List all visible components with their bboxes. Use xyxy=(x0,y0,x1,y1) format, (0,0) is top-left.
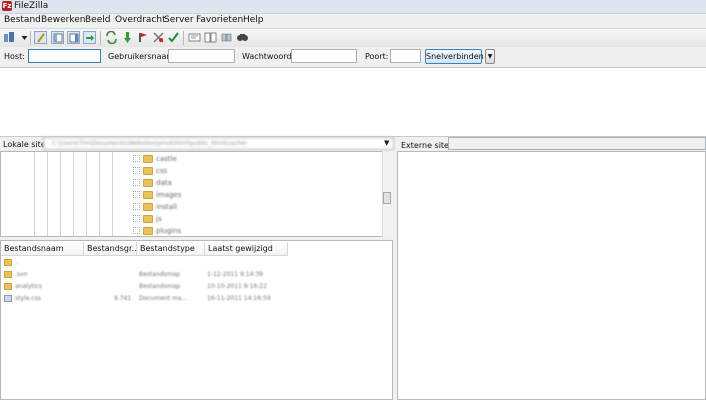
file-modified: 10-10-2011 9:16:22 xyxy=(207,283,267,290)
port-input[interactable] xyxy=(390,49,421,63)
column-header-filetype[interactable]: Bestandstype xyxy=(137,242,205,256)
tree-item[interactable]: css xyxy=(133,165,167,176)
file-name: style.css xyxy=(15,295,41,302)
host-label: Host: xyxy=(4,52,25,61)
quickconnect-bar: Host: Gebruikersnaam: Wachtwoord: Poort:… xyxy=(0,47,706,67)
local-file-list[interactable]: Bestandsnaam Bestandsgr... Bestandstype … xyxy=(0,240,393,400)
process-queue-icon[interactable] xyxy=(121,31,134,44)
file-size: 9.741 xyxy=(114,295,132,302)
site-manager-dropdown-icon[interactable] xyxy=(18,31,28,44)
menu-bar: Bestand Bewerken Beeld Overdracht Server… xyxy=(0,14,706,27)
reconnect-icon[interactable] xyxy=(167,31,180,44)
password-label: Wachtwoord: xyxy=(242,52,295,61)
tree-item-label: plugins xyxy=(156,226,182,235)
menu-beeld[interactable]: Beeld xyxy=(85,15,110,25)
menu-server[interactable]: Server xyxy=(164,15,194,25)
file-name: analytics xyxy=(15,283,42,290)
host-input[interactable] xyxy=(28,49,101,63)
folder-icon xyxy=(143,214,153,223)
file-modified: 16-11-2011 14:16:59 xyxy=(207,295,271,302)
tree-item[interactable]: js xyxy=(133,213,162,224)
tree-item[interactable]: images xyxy=(133,189,181,200)
document-icon xyxy=(4,295,12,302)
username-label: Gebruikersnaam: xyxy=(108,52,177,61)
column-header-filename[interactable]: Bestandsnaam xyxy=(1,242,84,256)
file-type: Bestandsmap xyxy=(139,283,181,290)
filezilla-logo-icon: Fz xyxy=(2,1,12,11)
local-tree-scroll-thumb[interactable] xyxy=(383,192,391,204)
folder-icon xyxy=(4,271,12,278)
remote-site-label: Externe site: xyxy=(401,141,452,150)
local-path-dropdown-icon[interactable]: ▼ xyxy=(384,139,389,147)
toggle-remote-tree-icon[interactable] xyxy=(67,31,80,44)
column-header-modified[interactable]: Laatst gewijzigd xyxy=(205,242,288,256)
refresh-icon[interactable] xyxy=(105,31,118,44)
menu-favorieten[interactable]: Favorieten xyxy=(196,15,243,25)
folder-icon xyxy=(143,226,153,235)
tree-item[interactable]: castle xyxy=(133,153,177,164)
local-path-field[interactable]: C:\Users\Tim\Documents\Websites\privé\ht… xyxy=(43,137,394,150)
menu-bestand[interactable]: Bestand xyxy=(4,15,41,25)
file-type: Bestandsmap xyxy=(139,271,181,278)
table-row[interactable]: .svn Bestandsmap 1-12-2011 9:14:39 xyxy=(1,269,392,281)
window-title: FileZilla xyxy=(14,1,49,11)
compare-icon[interactable] xyxy=(204,31,217,44)
filter-icon[interactable] xyxy=(188,31,201,44)
file-modified: 1-12-2011 9:14:39 xyxy=(207,271,264,278)
table-row[interactable]: style.css 9.741 Document ma... 16-11-201… xyxy=(1,293,392,305)
table-row[interactable]: analytics Bestandsmap 10-10-2011 9:16:22 xyxy=(1,281,392,293)
tree-item[interactable]: plugins xyxy=(133,225,181,236)
folder-icon xyxy=(143,166,153,175)
remote-path-field[interactable] xyxy=(448,137,706,150)
toggle-log-icon[interactable] xyxy=(34,31,47,44)
toolbar xyxy=(0,28,706,48)
tree-item-label: js xyxy=(156,214,162,223)
disconnect-icon[interactable] xyxy=(152,31,165,44)
sync-browse-icon[interactable] xyxy=(220,31,233,44)
folder-icon xyxy=(143,178,153,187)
tree-item-label: images xyxy=(156,190,182,199)
remote-directory-pane[interactable] xyxy=(397,151,706,400)
message-log[interactable] xyxy=(0,67,706,137)
quickconnect-history-dropdown[interactable]: ▼ xyxy=(485,49,495,64)
cancel-icon[interactable] xyxy=(137,31,150,44)
tree-item[interactable]: install xyxy=(133,201,177,212)
tree-item-label: data xyxy=(156,178,172,187)
tree-item-label: castle xyxy=(156,154,177,163)
column-header-filesize[interactable]: Bestandsgr... xyxy=(84,242,139,256)
tree-item[interactable]: data xyxy=(133,177,172,188)
username-input[interactable] xyxy=(168,49,235,63)
menu-bewerken[interactable]: Bewerken xyxy=(41,15,85,25)
local-site-label: Lokale site: xyxy=(3,140,49,149)
folder-icon xyxy=(4,283,12,290)
menu-overdracht[interactable]: Overdracht xyxy=(115,15,166,25)
local-directory-tree[interactable]: castle css data images install js plugin… xyxy=(0,151,393,237)
title-bar xyxy=(0,0,706,14)
folder-up-icon xyxy=(4,259,12,266)
tree-item-label: install xyxy=(156,202,177,211)
password-input[interactable] xyxy=(291,49,357,63)
search-icon[interactable] xyxy=(236,31,249,44)
folder-icon xyxy=(143,154,153,163)
tree-item-label: css xyxy=(156,166,168,175)
port-label: Poort: xyxy=(365,52,389,61)
folder-icon xyxy=(143,190,153,199)
table-row[interactable]: .. xyxy=(1,257,392,269)
quickconnect-button[interactable]: Snelverbinden xyxy=(425,49,484,64)
file-name: .. xyxy=(15,259,19,266)
toggle-queue-icon[interactable] xyxy=(83,31,96,44)
file-name: .svn xyxy=(15,271,28,278)
folder-icon xyxy=(143,202,153,211)
file-type: Document ma... xyxy=(139,295,188,302)
menu-help[interactable]: Help xyxy=(243,15,264,25)
site-manager-icon[interactable] xyxy=(3,31,16,44)
toggle-local-tree-icon[interactable] xyxy=(51,31,64,44)
